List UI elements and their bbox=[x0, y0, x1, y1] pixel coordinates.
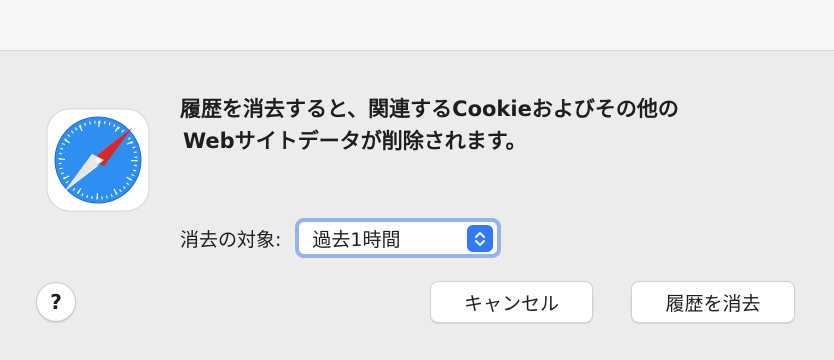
window-top-area bbox=[0, 0, 834, 51]
help-button[interactable]: ? bbox=[36, 282, 76, 322]
dialog-message: 履歴を消去すると、関連するCookieおよびその他の Webサイトデータが削除さ… bbox=[180, 93, 800, 157]
message-line-1: 履歴を消去すると、関連するCookieおよびその他の bbox=[180, 97, 679, 121]
safari-icon bbox=[46, 108, 150, 212]
clear-history-dialog: 履歴を消去すると、関連するCookieおよびその他の Webサイトデータが削除さ… bbox=[0, 51, 834, 360]
clear-range-select[interactable]: 過去1時間 bbox=[295, 218, 502, 258]
chevron-up-down-icon bbox=[467, 225, 494, 252]
message-line-2: Webサイトデータが削除されます。 bbox=[183, 129, 527, 153]
clear-range-label: 消去の対象: bbox=[180, 228, 282, 251]
clear-range-value: 過去1時間 bbox=[312, 228, 401, 251]
clear-history-button[interactable]: 履歴を消去 bbox=[631, 281, 795, 323]
clear-range-row: 消去の対象: 過去1時間 bbox=[180, 215, 502, 261]
cancel-button[interactable]: キャンセル bbox=[430, 281, 593, 323]
